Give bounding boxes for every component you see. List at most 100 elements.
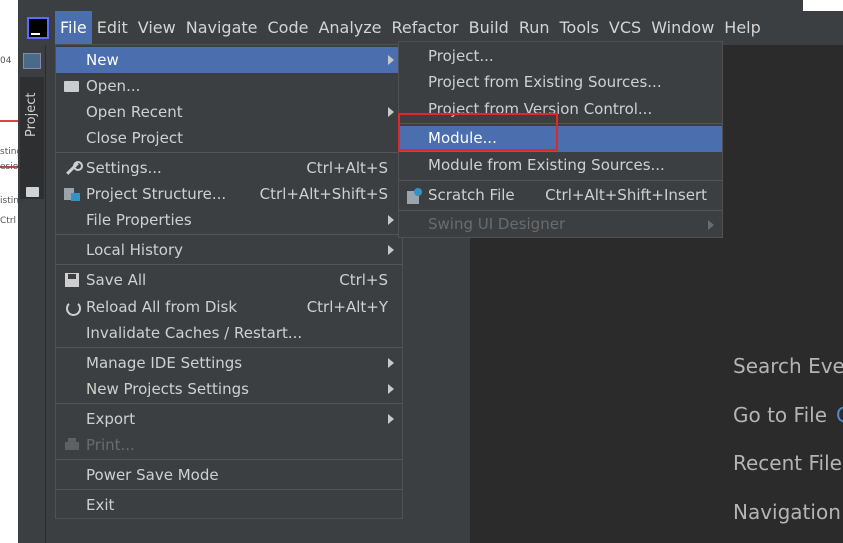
file-menu-new[interactable]: New	[56, 47, 402, 73]
project-structure-icon	[63, 186, 81, 202]
file-menu-exit[interactable]: Exit	[56, 492, 402, 518]
menu-separator	[56, 152, 402, 153]
menu-item-label: Reload All from Disk	[86, 298, 238, 316]
menu-analyze[interactable]: Analyze	[313, 11, 386, 45]
file-menu-invalidate-caches[interactable]: Invalidate Caches / Restart...	[56, 320, 402, 346]
intellij-logo-icon	[27, 17, 49, 39]
menu-separator	[56, 347, 402, 348]
menu-separator	[399, 180, 722, 181]
menu-item-label: Project from Existing Sources...	[428, 73, 662, 91]
submenu-arrow-icon	[388, 358, 394, 368]
menu-item-label: Manage IDE Settings	[86, 354, 243, 372]
welcome-recent-files: Recent Files	[733, 451, 843, 475]
menu-item-label: Save All	[86, 271, 147, 289]
file-menu-close-project[interactable]: Close Project	[56, 125, 402, 151]
background-text-fragment: 04	[0, 56, 12, 66]
menu-item-label: Module from Existing Sources...	[428, 156, 665, 174]
menu-separator	[56, 234, 402, 235]
menu-bar: File Edit View Navigate Code Analyze Ref…	[18, 11, 843, 45]
menu-item-shortcut: Ctrl+Alt+Shift+Insert	[545, 186, 707, 204]
file-menu-power-save-mode[interactable]: Power Save Mode	[56, 462, 402, 488]
menu-item-label: New Projects Settings	[86, 380, 249, 398]
menu-item-label: Open...	[86, 77, 141, 95]
menu-item-label: Local History	[86, 241, 184, 259]
menu-item-label: Project from Version Control...	[428, 100, 653, 118]
wrench-icon	[63, 160, 83, 176]
menu-item-shortcut: Ctrl+Alt+S	[306, 159, 388, 177]
menu-separator	[56, 264, 402, 265]
menu-item-label: Print...	[86, 436, 135, 454]
new-menu-project-from-vcs[interactable]: Project from Version Control...	[399, 97, 722, 123]
menu-item-shortcut: Ctrl+S	[339, 271, 388, 289]
new-menu-module-from-existing-sources[interactable]: Module from Existing Sources...	[399, 153, 722, 179]
file-menu-new-projects-settings[interactable]: New Projects Settings	[56, 376, 402, 402]
file-menu-file-properties[interactable]: File Properties	[56, 207, 402, 233]
file-menu-reload-all[interactable]: Reload All from Disk Ctrl+Alt+Y	[56, 294, 402, 320]
menu-edit[interactable]: Edit	[92, 11, 133, 45]
welcome-shortcut-fragment: C	[836, 403, 843, 427]
file-menu-export[interactable]: Export	[56, 406, 402, 432]
menu-vcs[interactable]: VCS	[604, 11, 646, 45]
menu-item-shortcut: Ctrl+Alt+Y	[306, 298, 388, 316]
background-red-line	[0, 120, 18, 122]
file-menu-settings[interactable]: Settings... Ctrl+Alt+S	[56, 155, 402, 181]
new-menu-module[interactable]: Module...	[399, 126, 722, 152]
menu-item-label: Project...	[428, 47, 494, 65]
menu-item-label: Module...	[428, 129, 497, 147]
menu-separator	[56, 489, 402, 490]
menu-file[interactable]: File	[55, 11, 92, 45]
menu-item-label: File Properties	[86, 211, 192, 229]
file-menu-dropdown: New Open... Open Recent Close Project Se…	[55, 44, 403, 519]
submenu-arrow-icon	[388, 384, 394, 394]
file-menu-open[interactable]: Open...	[56, 73, 402, 99]
menu-item-label: New	[86, 51, 119, 69]
menu-item-label: Swing UI Designer	[428, 215, 566, 233]
menu-separator	[399, 210, 722, 211]
menu-item-label: Open Recent	[86, 103, 183, 121]
menu-help[interactable]: Help	[719, 11, 765, 45]
menu-item-label: Project Structure...	[86, 185, 227, 203]
tool-window-strip: Project	[18, 45, 46, 543]
menu-separator	[399, 123, 722, 124]
save-icon	[63, 272, 81, 288]
welcome-go-to-file: Go to File	[733, 403, 827, 427]
file-menu-manage-ide-settings[interactable]: Manage IDE Settings	[56, 350, 402, 376]
menu-code[interactable]: Code	[263, 11, 314, 45]
new-menu-project[interactable]: Project...	[399, 44, 722, 70]
submenu-arrow-icon	[708, 220, 714, 230]
welcome-search-everywhere: Search Ever	[733, 354, 843, 378]
menu-window[interactable]: Window	[646, 11, 719, 45]
file-menu-project-structure[interactable]: Project Structure... Ctrl+Alt+Shift+S	[56, 181, 402, 207]
new-menu-scratch-file[interactable]: Scratch File Ctrl+Alt+Shift+Insert	[399, 183, 722, 209]
menu-item-label: Export	[86, 410, 136, 428]
project-tool-label: Project	[24, 92, 39, 137]
submenu-arrow-icon	[388, 215, 394, 225]
file-menu-open-recent[interactable]: Open Recent	[56, 99, 402, 125]
menu-view[interactable]: View	[133, 11, 181, 45]
folder-icon	[63, 78, 81, 94]
menu-separator	[56, 403, 402, 404]
menu-item-label: Invalidate Caches / Restart...	[86, 324, 303, 342]
submenu-arrow-icon	[388, 414, 394, 424]
menu-run[interactable]: Run	[514, 11, 555, 45]
folder-icon	[26, 187, 39, 197]
menu-item-label: Exit	[86, 496, 115, 514]
menu-refactor[interactable]: Refactor	[387, 11, 464, 45]
project-view-icon[interactable]	[23, 53, 41, 69]
menu-item-label: Power Save Mode	[86, 466, 219, 484]
menu-item-label: Scratch File	[428, 186, 515, 204]
background-window-strip: 04 sting esion isting Ctrl	[0, 0, 25, 543]
print-icon	[63, 437, 81, 453]
menu-navigate[interactable]: Navigate	[181, 11, 263, 45]
new-menu-project-from-existing-sources[interactable]: Project from Existing Sources...	[399, 70, 722, 96]
menu-build[interactable]: Build	[464, 11, 514, 45]
file-menu-local-history[interactable]: Local History	[56, 237, 402, 263]
file-menu-save-all[interactable]: Save All Ctrl+S	[56, 267, 402, 293]
menu-item-shortcut: Ctrl+Alt+Shift+S	[259, 185, 388, 203]
reload-icon	[63, 299, 81, 316]
menu-tools[interactable]: Tools	[555, 11, 604, 45]
scratch-file-icon	[406, 188, 423, 205]
new-submenu: Project... Project from Existing Sources…	[398, 41, 723, 238]
menu-separator	[56, 459, 402, 460]
welcome-navigation: Navigation	[733, 500, 841, 524]
